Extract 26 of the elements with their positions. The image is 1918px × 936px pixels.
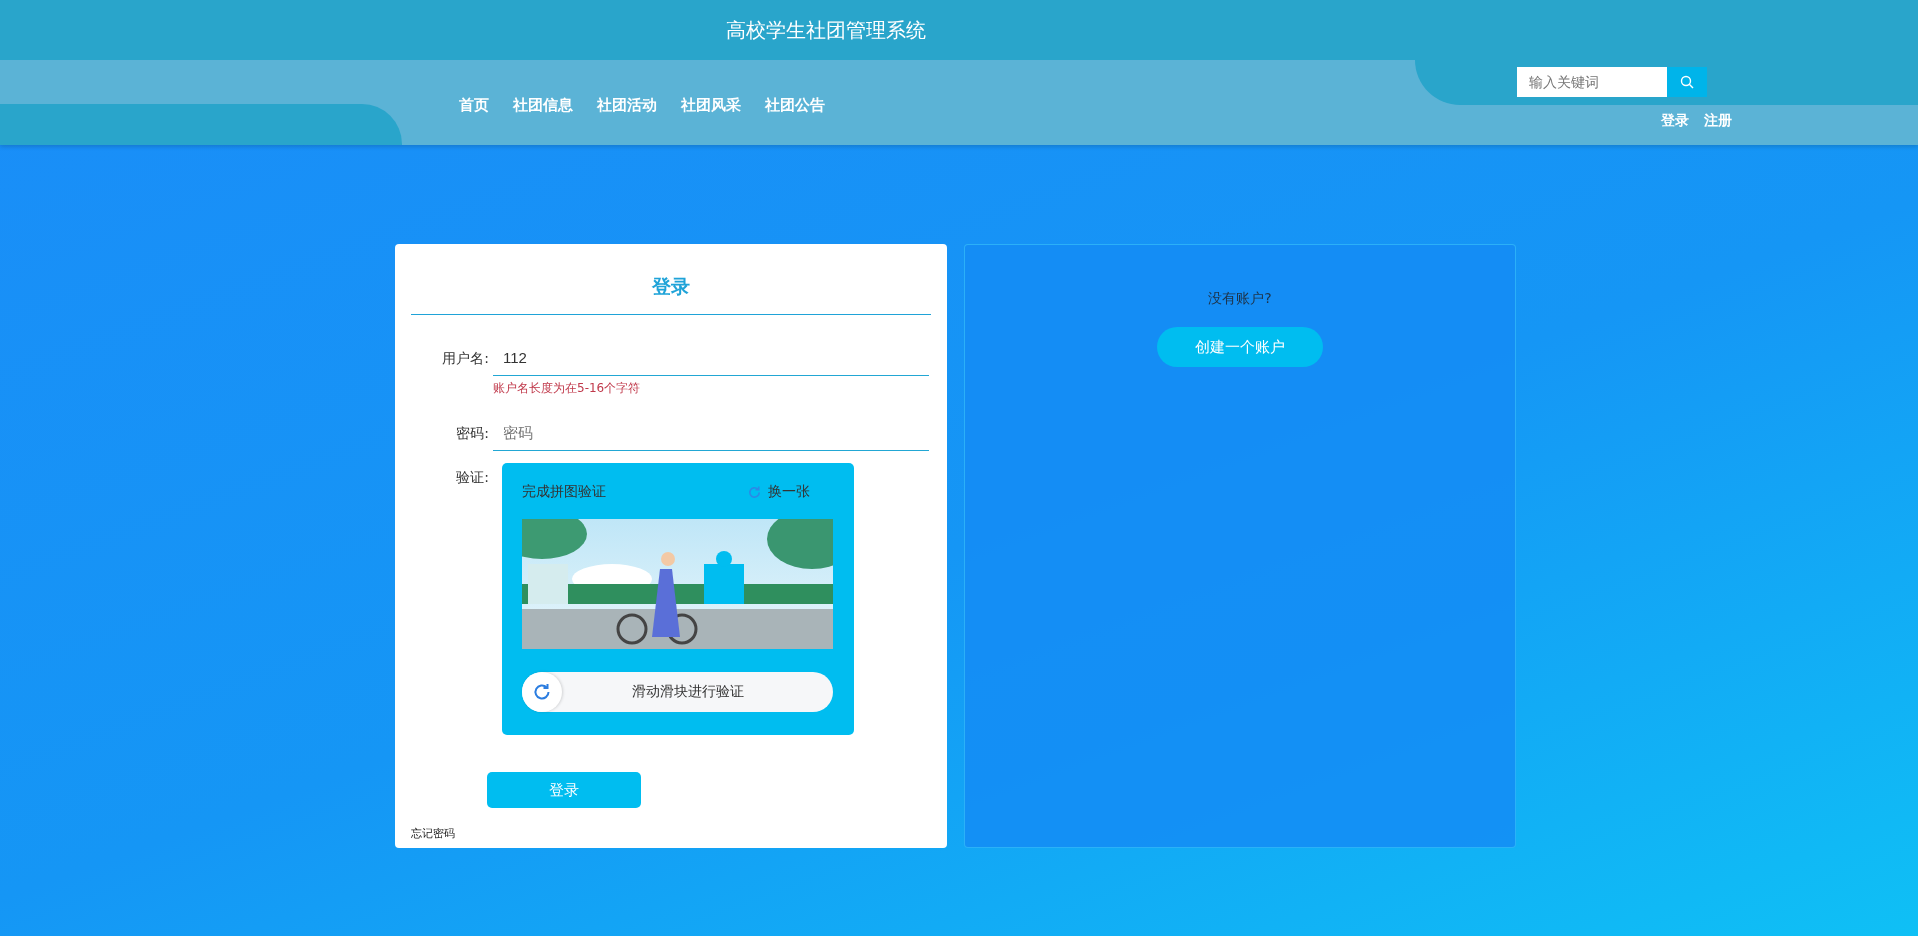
refresh-link[interactable]: 换一张: [768, 483, 810, 501]
slider-hint: 滑动滑块进行验证: [630, 683, 745, 701]
search-button[interactable]: [1667, 67, 1707, 97]
captcha-prompt: 完成拼图验证: [522, 483, 606, 501]
auth-link[interactable]: 注册: [1704, 112, 1732, 130]
refresh-icon: [747, 484, 762, 500]
forgot-password-link[interactable]: 忘记密码: [411, 826, 931, 841]
nav-link[interactable]: 社团信息: [513, 96, 573, 145]
error-message: 账户名长度为在5-16个字符: [493, 380, 642, 397]
slider-handle[interactable]: [522, 672, 562, 712]
nav-link[interactable]: 社团活动: [597, 96, 657, 145]
search-field[interactable]: 输入关键词: [1517, 67, 1667, 97]
field-label: 验证:: [455, 468, 489, 487]
login-button[interactable]: 登录: [487, 772, 641, 808]
signup-prompt: 没有账户?: [1208, 290, 1272, 308]
field-label: 用户名:: [441, 349, 489, 368]
search-icon: [1680, 75, 1694, 89]
refresh-icon: [532, 682, 552, 702]
auth-link[interactable]: 登录: [1661, 112, 1689, 130]
login-heading: 登录: [651, 274, 691, 299]
field-label: 密码:: [455, 424, 489, 443]
nav-link[interactable]: 社团风采: [681, 96, 741, 145]
nav-link[interactable]: 首页: [459, 96, 489, 145]
nav-link[interactable]: 社团公告: [765, 96, 825, 145]
site-title: 高校学生社团管理系统: [726, 16, 926, 44]
create-account-button[interactable]: 创建一个账户: [1157, 327, 1323, 367]
